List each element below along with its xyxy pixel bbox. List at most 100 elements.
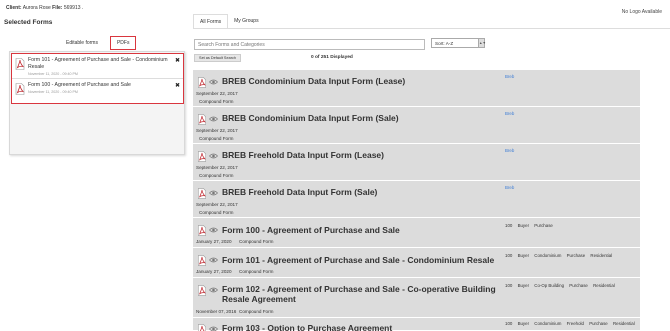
- tab-divider: [193, 28, 670, 29]
- form-category: Compound Form: [239, 239, 274, 244]
- selected-form-date: November 11, 2020 - 09:40 PM: [28, 90, 78, 94]
- selected-forms-panel: Form 101 - Agreement of Purchase and Sal…: [9, 51, 185, 155]
- close-icon[interactable]: ✖: [175, 82, 180, 89]
- tag[interactable]: 100: [505, 253, 512, 258]
- tag[interactable]: Purchase: [567, 253, 586, 258]
- pdf-icon[interactable]: [197, 285, 207, 296]
- form-date: January 27, 2020: [196, 239, 232, 244]
- file-label: File:: [52, 5, 63, 11]
- tag[interactable]: Buyer: [518, 223, 529, 228]
- tag[interactable]: Residential: [593, 283, 615, 288]
- browser-tabs: All Forms My Groups: [193, 14, 265, 29]
- form-title[interactable]: Form 102 - Agreement of Purchase and Sal…: [222, 284, 497, 304]
- selected-forms-list: Form 101 - Agreement of Purchase and Sal…: [11, 53, 184, 104]
- pdf-icon[interactable]: [197, 255, 207, 266]
- tag[interactable]: 100: [505, 283, 512, 288]
- tag[interactable]: Freehold: [567, 321, 584, 326]
- form-card[interactable]: Form 101 - Agreement of Purchase and Sal…: [193, 248, 640, 278]
- sort-select[interactable]: Sort: A-Z ▲▼: [431, 38, 486, 48]
- form-title[interactable]: Form 101 - Agreement of Purchase and Sal…: [222, 255, 497, 265]
- set-default-search-button[interactable]: Set as Default Search: [194, 54, 241, 62]
- pdf-icon: [15, 58, 25, 70]
- selected-form-item[interactable]: Form 101 - Agreement of Purchase and Sal…: [12, 54, 183, 79]
- form-category: Compound Form: [199, 210, 234, 215]
- form-title[interactable]: BREB Condominium Data Input Form (Lease): [222, 76, 497, 86]
- tab-all-forms[interactable]: All Forms: [193, 14, 229, 29]
- search-input[interactable]: [194, 39, 425, 50]
- tag[interactable]: Residential: [613, 321, 635, 326]
- eye-icon[interactable]: [209, 326, 218, 331]
- tag[interactable]: Buyer: [518, 283, 529, 288]
- pdf-icon[interactable]: [197, 114, 207, 125]
- form-card[interactable]: Form 103 - Option to Purchase Agreement …: [193, 318, 640, 331]
- form-tags: Breb: [505, 74, 518, 79]
- form-tags: 100 Buyer Condominium Freehold Purchase …: [505, 321, 639, 326]
- tab-editable-forms[interactable]: Editable forms: [60, 37, 104, 49]
- logo-placeholder: No Logo Available: [621, 9, 662, 15]
- form-card[interactable]: BREB Freehold Data Input Form (Sale) Sep…: [193, 181, 640, 218]
- form-date: September 22, 2017: [196, 202, 238, 207]
- tag[interactable]: Buyer: [518, 321, 529, 326]
- pdf-icon[interactable]: [197, 324, 207, 331]
- form-card[interactable]: BREB Freehold Data Input Form (Lease) Se…: [193, 144, 640, 181]
- form-title[interactable]: Form 103 - Option to Purchase Agreement: [222, 323, 497, 331]
- pdf-icon[interactable]: [197, 225, 207, 236]
- form-tags: Breb: [505, 111, 518, 116]
- form-category: Compound Form: [199, 136, 234, 141]
- chevron-down-icon: ▲▼: [478, 39, 486, 47]
- form-category: Compound Form: [199, 99, 234, 104]
- form-card[interactable]: BREB Condominium Data Input Form (Sale) …: [193, 107, 640, 144]
- form-card[interactable]: BREB Condominium Data Input Form (Lease)…: [193, 70, 640, 107]
- selected-form-name: Form 101 - Agreement of Purchase and Sal…: [28, 57, 168, 70]
- form-title[interactable]: BREB Condominium Data Input Form (Sale): [222, 113, 497, 123]
- tag[interactable]: 100: [505, 321, 512, 326]
- form-category: Compound Form: [239, 269, 274, 274]
- pdf-icon[interactable]: [197, 151, 207, 162]
- pdf-icon: [15, 83, 25, 95]
- eye-icon[interactable]: [209, 190, 218, 196]
- form-category: Compound Form: [199, 173, 234, 178]
- form-date: September 22, 2017: [196, 91, 238, 96]
- eye-icon[interactable]: [209, 79, 218, 85]
- tag-link[interactable]: Breb: [505, 185, 514, 190]
- eye-icon[interactable]: [209, 116, 218, 122]
- eye-icon[interactable]: [209, 227, 218, 233]
- selected-forms-title: Selected Forms: [4, 19, 53, 26]
- pdf-icon[interactable]: [197, 188, 207, 199]
- tag-link[interactable]: Breb: [505, 148, 514, 153]
- tag[interactable]: Purchase: [589, 321, 608, 326]
- tag[interactable]: Condominium: [534, 253, 561, 258]
- file-value: 569913 .: [63, 5, 84, 11]
- form-date: November 07, 2016: [196, 309, 237, 314]
- tag-link[interactable]: Breb: [505, 111, 514, 116]
- eye-icon[interactable]: [209, 287, 218, 293]
- pdf-icon[interactable]: [197, 77, 207, 88]
- form-card[interactable]: Form 102 - Agreement of Purchase and Sal…: [193, 278, 640, 318]
- tag[interactable]: 100: [505, 223, 512, 228]
- sort-label: Sort: A-Z: [435, 41, 454, 46]
- tag-link[interactable]: Breb: [505, 74, 514, 79]
- tag[interactable]: Purchase: [534, 223, 553, 228]
- form-title[interactable]: BREB Freehold Data Input Form (Sale): [222, 187, 497, 197]
- tab-pdfs[interactable]: PDFs: [109, 36, 137, 50]
- tag[interactable]: Buyer: [518, 253, 529, 258]
- selected-form-item[interactable]: Form 100 - Agreement of Purchase and Sal…: [12, 79, 183, 103]
- form-tags: 100 Buyer Condominium Purchase Residenti…: [505, 253, 616, 258]
- tag[interactable]: Condominium: [534, 321, 561, 326]
- tag[interactable]: Purchase: [569, 283, 588, 288]
- form-title[interactable]: BREB Freehold Data Input Form (Lease): [222, 150, 497, 160]
- form-date: September 22, 2017: [196, 128, 238, 133]
- form-card[interactable]: Form 100 - Agreement of Purchase and Sal…: [193, 218, 640, 248]
- form-date: January 27, 2020: [196, 269, 232, 274]
- form-title[interactable]: Form 100 - Agreement of Purchase and Sal…: [222, 225, 497, 235]
- close-icon[interactable]: ✖: [175, 57, 180, 64]
- tag[interactable]: Co-Op Building: [534, 283, 564, 288]
- selected-forms-tabs: Editable forms PDFs: [60, 36, 137, 50]
- tab-my-groups[interactable]: My Groups: [228, 14, 264, 29]
- form-tags: 100 Buyer Co-Op Building Purchase Reside…: [505, 283, 619, 288]
- eye-icon[interactable]: [209, 153, 218, 159]
- tag[interactable]: Residential: [590, 253, 612, 258]
- eye-icon[interactable]: [209, 257, 218, 263]
- top-bar: Client: Aurora Rose File: 569913 . No Lo…: [0, 0, 670, 15]
- displayed-count: 0 of 251 Displayed: [311, 55, 353, 60]
